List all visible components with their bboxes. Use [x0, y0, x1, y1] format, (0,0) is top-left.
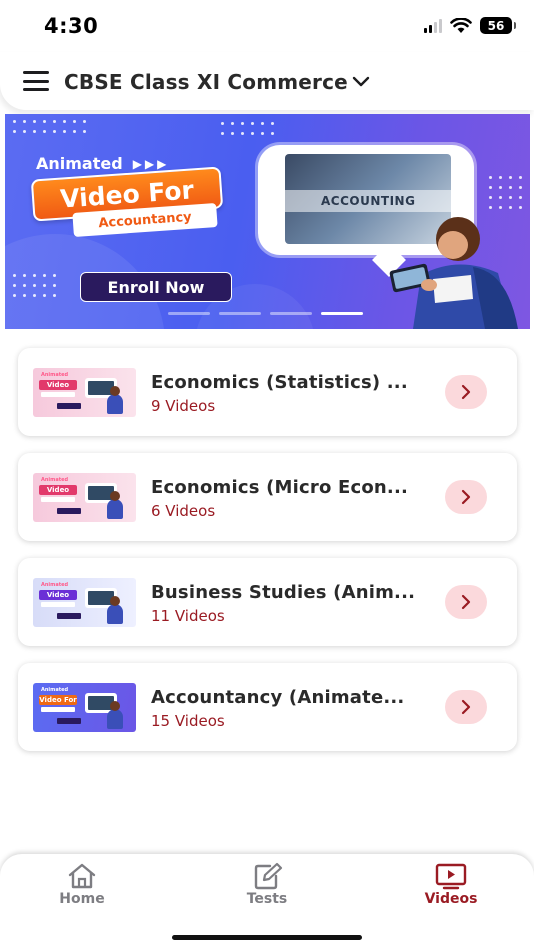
course-thumbnail: Animated Video — [33, 578, 136, 627]
open-course-button[interactable] — [445, 375, 487, 409]
app-header: CBSE Class XI Commerce — [0, 52, 534, 110]
course-title: Economics (Statistics) ... — [151, 372, 408, 393]
signal-icon — [424, 18, 442, 33]
status-icons: 56 — [424, 17, 516, 34]
course-card-economics-micro[interactable]: Animated Video Economics (Micro Econ... 6… — [18, 453, 517, 541]
banner-pager — [168, 312, 363, 315]
banner-tag: Animated ▶▶▶ — [36, 154, 170, 173]
battery-indicator: 56 — [480, 17, 516, 34]
nav-label: Tests — [246, 891, 288, 907]
dot-pattern — [13, 120, 86, 133]
accounting-label: ACCOUNTING — [321, 194, 416, 208]
open-course-button[interactable] — [445, 690, 487, 724]
video-count: 6 Videos — [151, 502, 216, 520]
nav-label: Home — [59, 891, 105, 907]
promo-banner[interactable]: Animated ▶▶▶ Video For Accountancy Enrol… — [5, 114, 530, 329]
video-icon — [435, 863, 467, 890]
course-card-accountancy[interactable]: Animated Video For Accountancy (Animate..… — [18, 663, 517, 751]
wifi-icon — [450, 17, 472, 33]
screen: 4:30 56 CBSE Class XI Commerce Animated … — [0, 0, 534, 950]
edit-icon — [254, 862, 283, 890]
class-selector-title[interactable]: CBSE Class XI Commerce — [64, 70, 348, 94]
chevron-right-icon — [461, 384, 471, 400]
student-illustration — [389, 217, 518, 329]
hamburger-icon[interactable] — [23, 71, 49, 91]
dot-pattern — [489, 176, 522, 209]
status-time: 4:30 — [44, 14, 99, 38]
course-thumbnail: Animated Video For — [33, 683, 136, 732]
video-count: 11 Videos — [151, 607, 225, 625]
course-title: Economics (Micro Econ... — [151, 477, 409, 498]
course-card-economics-statistics[interactable]: Animated Video Economics (Statistics) ...… — [18, 348, 517, 436]
chevron-right-icon — [461, 699, 471, 715]
nav-tests[interactable]: Tests — [207, 862, 327, 910]
home-indicator[interactable] — [172, 935, 362, 940]
course-title: Business Studies (Anim... — [151, 582, 416, 603]
play-arrows-icon: ▶▶▶ — [132, 156, 170, 171]
pager-dot[interactable] — [168, 312, 210, 315]
course-thumbnail: Animated Video — [33, 473, 136, 522]
open-course-button[interactable] — [445, 480, 487, 514]
nav-label: Videos — [424, 891, 478, 907]
course-title: Accountancy (Animate... — [151, 687, 405, 708]
course-card-business-studies[interactable]: Animated Video Business Studies (Anim... … — [18, 558, 517, 646]
pager-dot[interactable] — [270, 312, 312, 315]
nav-videos[interactable]: Videos — [391, 862, 511, 910]
pager-dot-active[interactable] — [321, 312, 363, 315]
home-icon — [68, 863, 96, 889]
open-course-button[interactable] — [445, 585, 487, 619]
chevron-right-icon — [461, 594, 471, 610]
pager-dot[interactable] — [219, 312, 261, 315]
dot-pattern — [221, 122, 274, 135]
video-count: 15 Videos — [151, 712, 225, 730]
enroll-now-button[interactable]: Enroll Now — [80, 272, 232, 302]
status-bar: 4:30 56 — [0, 0, 534, 52]
chevron-right-icon — [461, 489, 471, 505]
course-thumbnail: Animated Video — [33, 368, 136, 417]
dot-pattern — [13, 274, 56, 297]
nav-home[interactable]: Home — [22, 862, 142, 910]
video-count: 9 Videos — [151, 397, 216, 415]
chevron-down-icon[interactable] — [351, 71, 371, 91]
